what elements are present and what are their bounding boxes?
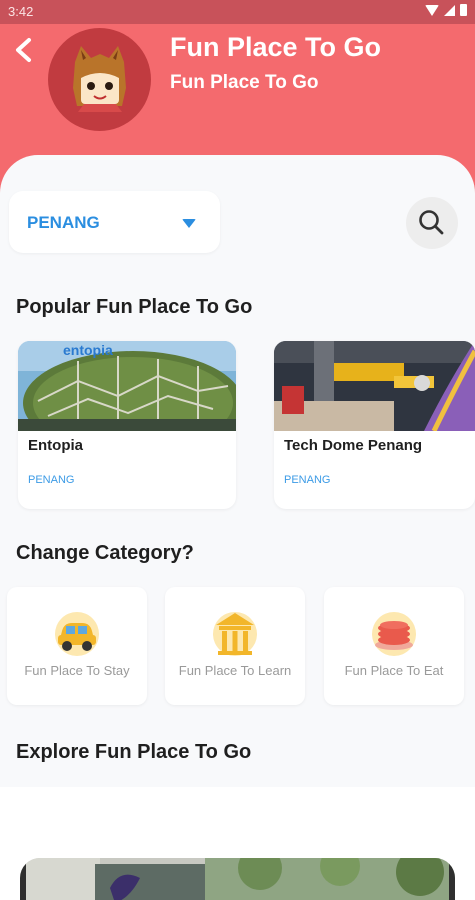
place-card-tech-dome[interactable]: Tech Dome Penang PENANG	[274, 341, 475, 509]
explore-section-title: Explore Fun Place To Go	[16, 741, 252, 763]
search-icon	[419, 210, 444, 235]
explore-card[interactable]	[20, 858, 455, 900]
status-time: 3:42	[8, 4, 34, 19]
pancake-icon	[372, 612, 416, 656]
status-bar: 3:42	[0, 0, 475, 24]
battery-icon	[460, 4, 467, 16]
place-photo	[274, 341, 475, 431]
svg-text:entopia: entopia	[63, 342, 113, 358]
status-icons	[425, 4, 467, 16]
wifi-icon	[425, 4, 439, 16]
place-state: PENANG	[28, 474, 75, 486]
popular-section-title: Popular Fun Place To Go	[16, 296, 253, 318]
state-dropdown-value: PENANG	[27, 213, 100, 232]
state-dropdown[interactable]: PENANG	[9, 191, 220, 253]
signal-icon	[444, 4, 455, 16]
caret-down-icon	[182, 219, 196, 228]
place-name: Entopia	[28, 437, 83, 454]
place-name: Tech Dome Penang	[284, 437, 423, 454]
cat-girl-mascot-icon	[73, 46, 126, 112]
category-section-title: Change Category?	[16, 542, 194, 564]
avatar	[48, 28, 151, 131]
category-label: Fun Place To Learn	[178, 663, 292, 678]
page-title: Fun Place To Go	[170, 32, 382, 62]
category-card-stay[interactable]: Fun Place To Stay	[7, 587, 147, 705]
back-button[interactable]	[10, 34, 40, 66]
car-icon	[55, 612, 99, 656]
category-card-eat[interactable]: Fun Place To Eat	[324, 587, 464, 705]
header: Fun Place To Go Fun Place To Go	[0, 24, 475, 174]
place-state: PENANG	[284, 474, 331, 486]
museum-icon	[213, 612, 257, 656]
main-content: PENANG Popular Fun Place To Go entopia E…	[0, 155, 475, 900]
arrow-left-icon	[16, 38, 31, 62]
page-subtitle: Fun Place To Go	[170, 72, 319, 93]
category-label: Fun Place To Eat	[344, 663, 444, 678]
category-card-learn[interactable]: Fun Place To Learn	[165, 587, 305, 705]
place-photo	[20, 858, 455, 900]
place-photo: entopia	[18, 341, 236, 431]
category-label: Fun Place To Stay	[24, 663, 130, 678]
search-button[interactable]	[406, 197, 458, 249]
place-card-entopia[interactable]: entopia Entopia PENANG	[18, 341, 236, 509]
